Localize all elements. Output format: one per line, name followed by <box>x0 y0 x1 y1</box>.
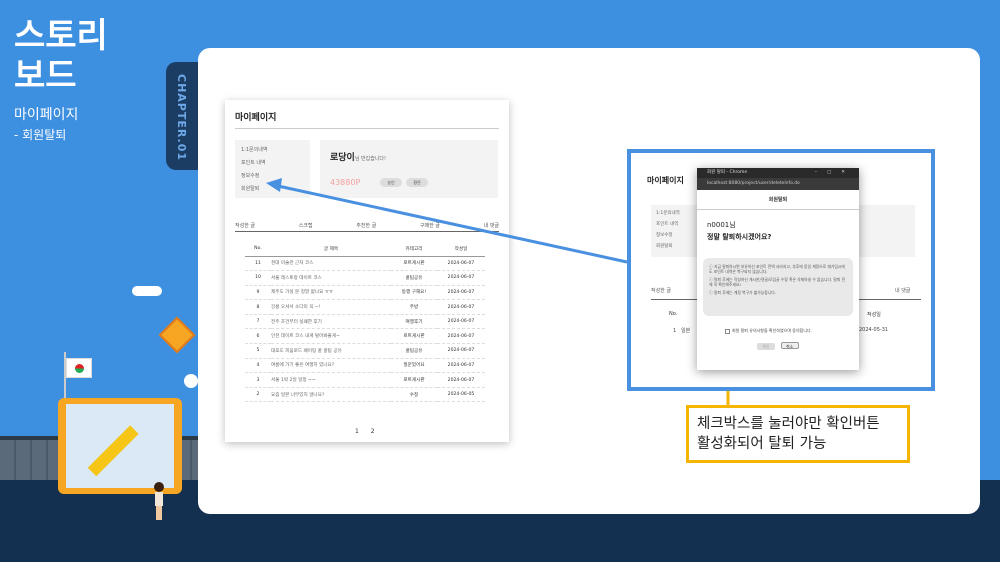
window-titlebar: 회원 탈퇴 - Chrome –□✕ <box>697 168 859 178</box>
menu-item-withdraw[interactable]: 회원탈퇴 <box>656 243 701 249</box>
url-bar: localhost:8080/project/user/deleteInfo.d… <box>697 178 859 190</box>
notice-item: ⓘ 탈퇴 후에는 계정 복구가 불가능합니다. <box>709 290 776 295</box>
notice-item: ⓘ 탈퇴 후에는 작성하신 게시판/댓글/모임글 수정 혹은 삭제하실 수 없습… <box>709 277 846 287</box>
tab-written[interactable]: 작성한 글 <box>651 287 671 294</box>
close-icon[interactable]: ✕ <box>841 170 855 175</box>
callout-note: 체크박스를 눌러야만 확인버튼 활성화되어 탈퇴 가능 <box>686 405 910 463</box>
maximize-icon[interactable]: □ <box>827 170 841 175</box>
withdraw-dialog: 회원 탈퇴 - Chrome –□✕ localhost:8080/projec… <box>697 168 859 370</box>
row-no: 1 일본 <box>673 328 691 334</box>
user-id: n0001님 <box>707 221 736 229</box>
menu-item-points[interactable]: 포인트 내역 <box>656 221 701 227</box>
arrow-line <box>277 184 628 264</box>
callout-line-1: 체크박스를 눌러야만 확인버튼 <box>697 416 880 432</box>
agree-checkbox-row[interactable]: 회원 탈퇴 유의사항을 확인하였으며 동의합니다. <box>725 328 859 334</box>
page-title: 마이페이지 <box>647 176 684 185</box>
row-title: 일본 <box>680 328 691 334</box>
minimize-icon[interactable]: – <box>815 170 827 175</box>
notice-item: ⓘ 지금 탈퇴하시면 보유하신 포인트 전액 사라지고, 추후에 동일 계정으로… <box>709 264 845 274</box>
window-title: 회원 탈퇴 - Chrome <box>707 170 748 175</box>
arrow-head <box>266 178 282 192</box>
tab-comments[interactable]: 내 댓글 <box>895 287 910 294</box>
sidebar-menu: 1:1문의내역 포인트 내역 정보수정 회원탈퇴 <box>651 205 701 257</box>
dialog-buttons: 확인 취소 <box>757 342 859 350</box>
confirm-button[interactable]: 확인 <box>757 343 775 350</box>
divider <box>697 209 859 210</box>
dialog-header: 회원탈퇴 <box>768 197 788 203</box>
notice-box: ⓘ 지금 탈퇴하시면 보유하신 포인트 전액 사라지고, 추후에 동일 계정으로… <box>703 258 853 316</box>
agree-label: 회원 탈퇴 유의사항을 확인하였으며 동의합니다. <box>732 328 812 333</box>
menu-item-edit-info[interactable]: 정보수정 <box>656 232 701 238</box>
agree-checkbox[interactable] <box>725 328 730 334</box>
confirm-question: 정말 탈퇴하시겠어요? <box>707 233 772 241</box>
cancel-button[interactable]: 취소 <box>780 342 799 349</box>
callout-line-2: 활성화되어 탈퇴 가능 <box>697 436 827 452</box>
col-date: 작성일 <box>867 312 881 318</box>
col-no: No. <box>669 311 678 317</box>
menu-item-inquiry[interactable]: 1:1문의내역 <box>656 210 701 216</box>
row-date: 2024-05-31 <box>859 327 889 333</box>
